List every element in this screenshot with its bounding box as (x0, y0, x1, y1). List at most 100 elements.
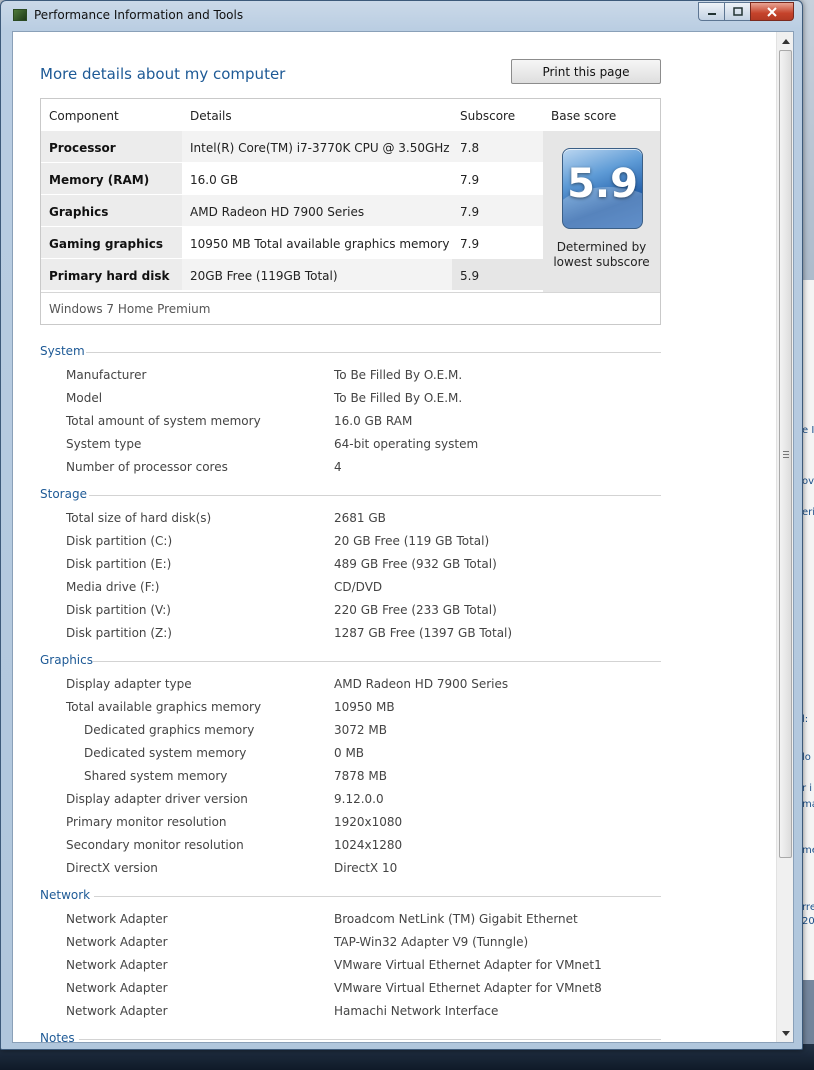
component-subscore: 7.9 (460, 237, 480, 251)
component-details: 10950 MB Total available graphics memory (190, 237, 450, 251)
scrollbar-thumb[interactable] (779, 50, 792, 858)
property-value: 4 (334, 460, 342, 474)
property-label: Media drive (F:) (66, 580, 160, 594)
property-value: 3072 MB (334, 723, 387, 737)
property-value: 9.12.0.0 (334, 792, 384, 806)
section-heading-notes: Notes (40, 1031, 75, 1043)
window-controls (698, 2, 794, 21)
section-divider (86, 352, 661, 353)
property-value: 16.0 GB RAM (334, 414, 413, 428)
property-value: 20 GB Free (119 GB Total) (334, 534, 490, 548)
property-label: Dedicated graphics memory (84, 723, 255, 737)
property-value: To Be Filled By O.E.M. (334, 368, 463, 382)
close-icon (767, 6, 777, 17)
vertical-scrollbar[interactable] (776, 32, 793, 1042)
property-label: Display adapter type (66, 677, 192, 691)
details-page: More details about my computer Print thi… (13, 32, 777, 1042)
property-value: TAP-Win32 Adapter V9 (Tunngle) (334, 935, 529, 949)
maximize-icon (732, 7, 743, 16)
property-label: Manufacturer (66, 368, 147, 382)
property-value: To Be Filled By O.E.M. (334, 391, 463, 405)
property-value: 220 GB Free (233 GB Total) (334, 603, 497, 617)
property-value: AMD Radeon HD 7900 Series (334, 677, 509, 691)
column-header-base-score: Base score (551, 109, 617, 123)
component-subscore: 5.9 (452, 259, 543, 290)
print-page-button[interactable]: Print this page (511, 59, 661, 84)
background-text: lo (802, 752, 811, 763)
close-button[interactable] (750, 2, 794, 21)
property-label: Network Adapter (66, 935, 168, 949)
property-value: 10950 MB (334, 700, 395, 714)
scroll-down-arrow-icon (781, 1030, 790, 1036)
property-label: Network Adapter (66, 912, 168, 926)
table-row: Processor Intel(R) Core(TM) i7-3770K CPU… (41, 131, 543, 162)
column-header-component: Component (49, 109, 119, 123)
component-details: AMD Radeon HD 7900 Series (182, 195, 452, 226)
section-divider (79, 1039, 661, 1040)
window-title: Performance Information and Tools (34, 8, 244, 22)
component-subscore: 7.9 (460, 173, 480, 187)
property-value: 7878 MB (334, 769, 387, 783)
component-details: Intel(R) Core(TM) i7-3770K CPU @ 3.50GHz (182, 131, 452, 162)
component-name: Primary hard disk (41, 259, 182, 290)
component-name: Gaming graphics (41, 227, 182, 258)
table-row: Primary hard disk 20GB Free (119GB Total… (41, 259, 543, 290)
page-title: More details about my computer (40, 65, 286, 83)
property-value: 1287 GB Free (1397 GB Total) (334, 626, 513, 640)
property-value: Hamachi Network Interface (334, 1004, 499, 1018)
property-label: Network Adapter (66, 981, 168, 995)
property-value: 1024x1280 (334, 838, 403, 852)
scrollbar-grip-icon (783, 451, 789, 458)
component-name: Processor (41, 131, 182, 162)
title-bar[interactable]: Performance Information and Tools (1, 1, 802, 31)
scroll-up-arrow-icon (781, 38, 790, 44)
background-text: rre (802, 902, 814, 913)
background-text: 20 (802, 916, 814, 927)
section-divider (93, 661, 661, 662)
column-header-details: Details (190, 109, 232, 123)
base-score-badge-icon: 5.9 (562, 148, 643, 229)
property-value: 1920x1080 (334, 815, 403, 829)
table-row: Memory (RAM) 16.0 GB 7.9 (41, 163, 543, 194)
minimize-button[interactable] (698, 2, 724, 21)
property-label: Secondary monitor resolution (66, 838, 244, 852)
background-text: ov (802, 476, 814, 487)
scroll-up-button[interactable] (779, 34, 792, 48)
property-value: 64-bit operating system (334, 437, 479, 451)
property-label: Display adapter driver version (66, 792, 248, 806)
table-row: Gaming graphics 10950 MB Total available… (41, 227, 543, 258)
property-value: 0 MB (334, 746, 365, 760)
property-label: Total size of hard disk(s) (66, 511, 212, 525)
base-score-value: 5.9 (567, 161, 638, 207)
scroll-down-button[interactable] (779, 1026, 792, 1040)
property-value: VMware Virtual Ethernet Adapter for VMne… (334, 958, 602, 972)
property-label: Dedicated system memory (84, 746, 247, 760)
section-divider (89, 495, 661, 496)
section-heading-system: System (40, 344, 85, 358)
property-value: Broadcom NetLink (TM) Gigabit Ethernet (334, 912, 578, 926)
property-label: Number of processor cores (66, 460, 228, 474)
table-row: Graphics AMD Radeon HD 7900 Series 7.9 (41, 195, 543, 226)
component-name: Memory (RAM) (41, 163, 182, 194)
component-subscore: 7.9 (452, 195, 543, 226)
background-text: eri (802, 507, 814, 518)
property-label: Disk partition (C:) (66, 534, 173, 548)
section-heading-network: Network (40, 888, 91, 902)
base-caption-line: lowest subscore (553, 255, 650, 269)
score-table: Component Details Subscore Base score Pr… (40, 98, 661, 325)
property-label: Total amount of system memory (66, 414, 261, 428)
property-label: Total available graphics memory (66, 700, 262, 714)
property-label: Primary monitor resolution (66, 815, 227, 829)
property-label: DirectX version (66, 861, 158, 875)
base-caption-line: Determined by (556, 240, 647, 254)
property-label: Disk partition (Z:) (66, 626, 172, 640)
maximize-button[interactable] (724, 2, 750, 21)
base-score-panel: 5.9 Determined by lowest subscore (543, 131, 660, 292)
window-app-icon (13, 9, 27, 21)
base-score-caption: Determined by lowest subscore (543, 240, 660, 270)
property-label: Network Adapter (66, 958, 168, 972)
minimize-icon (707, 12, 716, 15)
column-header-subscore: Subscore (460, 109, 516, 123)
performance-window: Performance Information and Tools More d… (0, 0, 803, 1050)
background-text: ma (802, 799, 814, 810)
